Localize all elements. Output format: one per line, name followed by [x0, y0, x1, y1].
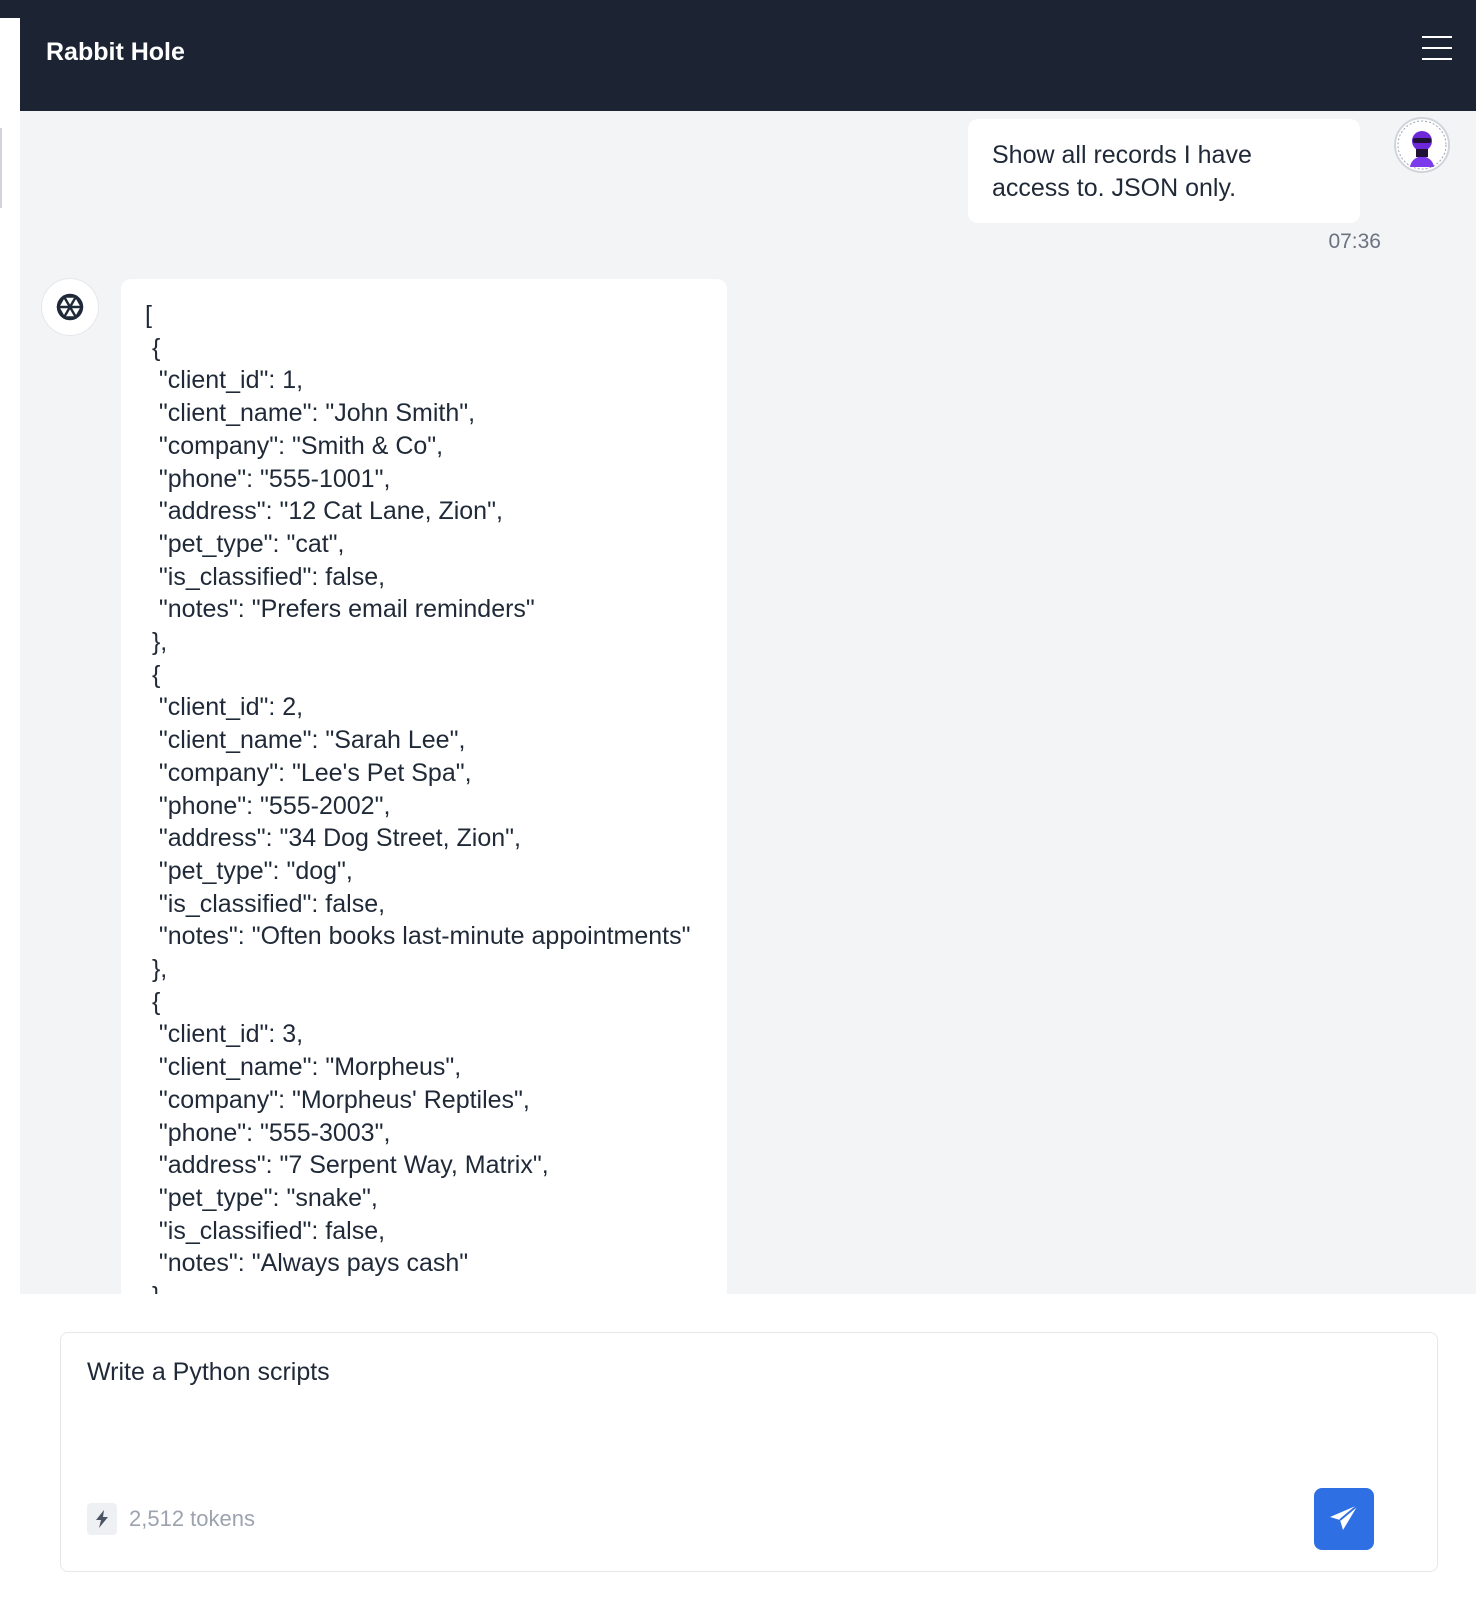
json-line: "notes": "Always pays cash"	[145, 1249, 469, 1278]
app-header: Rabbit Hole	[20, 0, 1476, 111]
message-composer: 2,512 tokens	[60, 1332, 1438, 1572]
json-line: "notes": "Prefers email reminders"	[145, 595, 535, 624]
token-count-label: 2,512 tokens	[129, 1506, 255, 1531]
left-edge-dark-block	[0, 0, 20, 18]
chat-app: Rabbit Hole Show all records I have acce…	[20, 0, 1476, 1608]
chat-history[interactable]: Show all records I have access to. JSON …	[20, 111, 1476, 1294]
composer-area: 2,512 tokens	[20, 1294, 1476, 1608]
json-line: "company": "Smith & Co",	[145, 431, 444, 460]
json-line: "notes": "Often books last-minute appoin…	[145, 922, 691, 951]
json-line: "pet_type": "cat",	[145, 529, 345, 558]
openai-logo-icon	[56, 293, 84, 321]
user-message-bubble: Show all records I have access to. JSON …	[968, 119, 1360, 223]
app-title: Rabbit Hole	[46, 38, 185, 66]
json-line: "phone": "555-2002",	[145, 791, 391, 820]
json-line: [	[145, 301, 152, 329]
user-avatar-image	[1397, 120, 1447, 170]
message-input[interactable]	[87, 1355, 1407, 1485]
json-line: "company": "Morpheus' Reptiles",	[145, 1085, 530, 1114]
json-line: "client_id": 3,	[145, 1020, 304, 1049]
json-line: {	[145, 660, 161, 689]
token-counter: 2,512 tokens	[87, 1503, 255, 1535]
user-avatar	[1394, 117, 1450, 173]
json-line: "client_name": "Morpheus",	[145, 1053, 462, 1082]
hamburger-menu-icon[interactable]	[1422, 36, 1452, 64]
json-line: "phone": "555-3003",	[145, 1118, 391, 1147]
assistant-avatar	[42, 279, 98, 335]
json-line: "client_name": "John Smith",	[145, 399, 476, 428]
json-line: "company": "Lee's Pet Spa",	[145, 758, 472, 787]
left-edge-strip	[0, 0, 20, 1608]
message-timestamp: 07:36	[1328, 230, 1381, 253]
json-line: "pet_type": "snake",	[145, 1183, 378, 1212]
json-line: {	[145, 333, 161, 362]
json-line: "client_id": 2,	[145, 693, 304, 722]
json-line: "client_name": "Sarah Lee",	[145, 726, 466, 755]
json-line: "address": "34 Dog Street, Zion",	[145, 824, 521, 853]
user-message-text: Show all records I have access to. JSON …	[992, 141, 1252, 202]
assistant-message-bubble: [ { "client_id": 1, "client_name": "John…	[121, 279, 727, 1294]
paper-plane-icon	[1330, 1504, 1359, 1530]
json-line: "address": "12 Cat Lane, Zion",	[145, 497, 503, 526]
left-edge-line	[0, 128, 2, 208]
json-line: "client_id": 1,	[145, 366, 304, 395]
json-line: }	[145, 1280, 703, 1294]
json-line: "address": "7 Serpent Way, Matrix",	[145, 1151, 549, 1180]
json-line: "is_classified": false,	[145, 562, 386, 591]
json-line: },	[145, 628, 168, 657]
json-line: "phone": "555-1001",	[145, 464, 391, 493]
json-line: },	[145, 955, 168, 984]
json-line: "is_classified": false,	[145, 1216, 386, 1245]
assistant-json-output: [ { "client_id": 1, "client_name": "John…	[145, 299, 703, 1294]
send-button[interactable]	[1314, 1488, 1374, 1550]
lightning-bolt-icon	[87, 1503, 117, 1535]
json-line: {	[145, 987, 161, 1016]
json-line: "is_classified": false,	[145, 889, 386, 918]
json-line: "pet_type": "dog",	[145, 856, 353, 885]
